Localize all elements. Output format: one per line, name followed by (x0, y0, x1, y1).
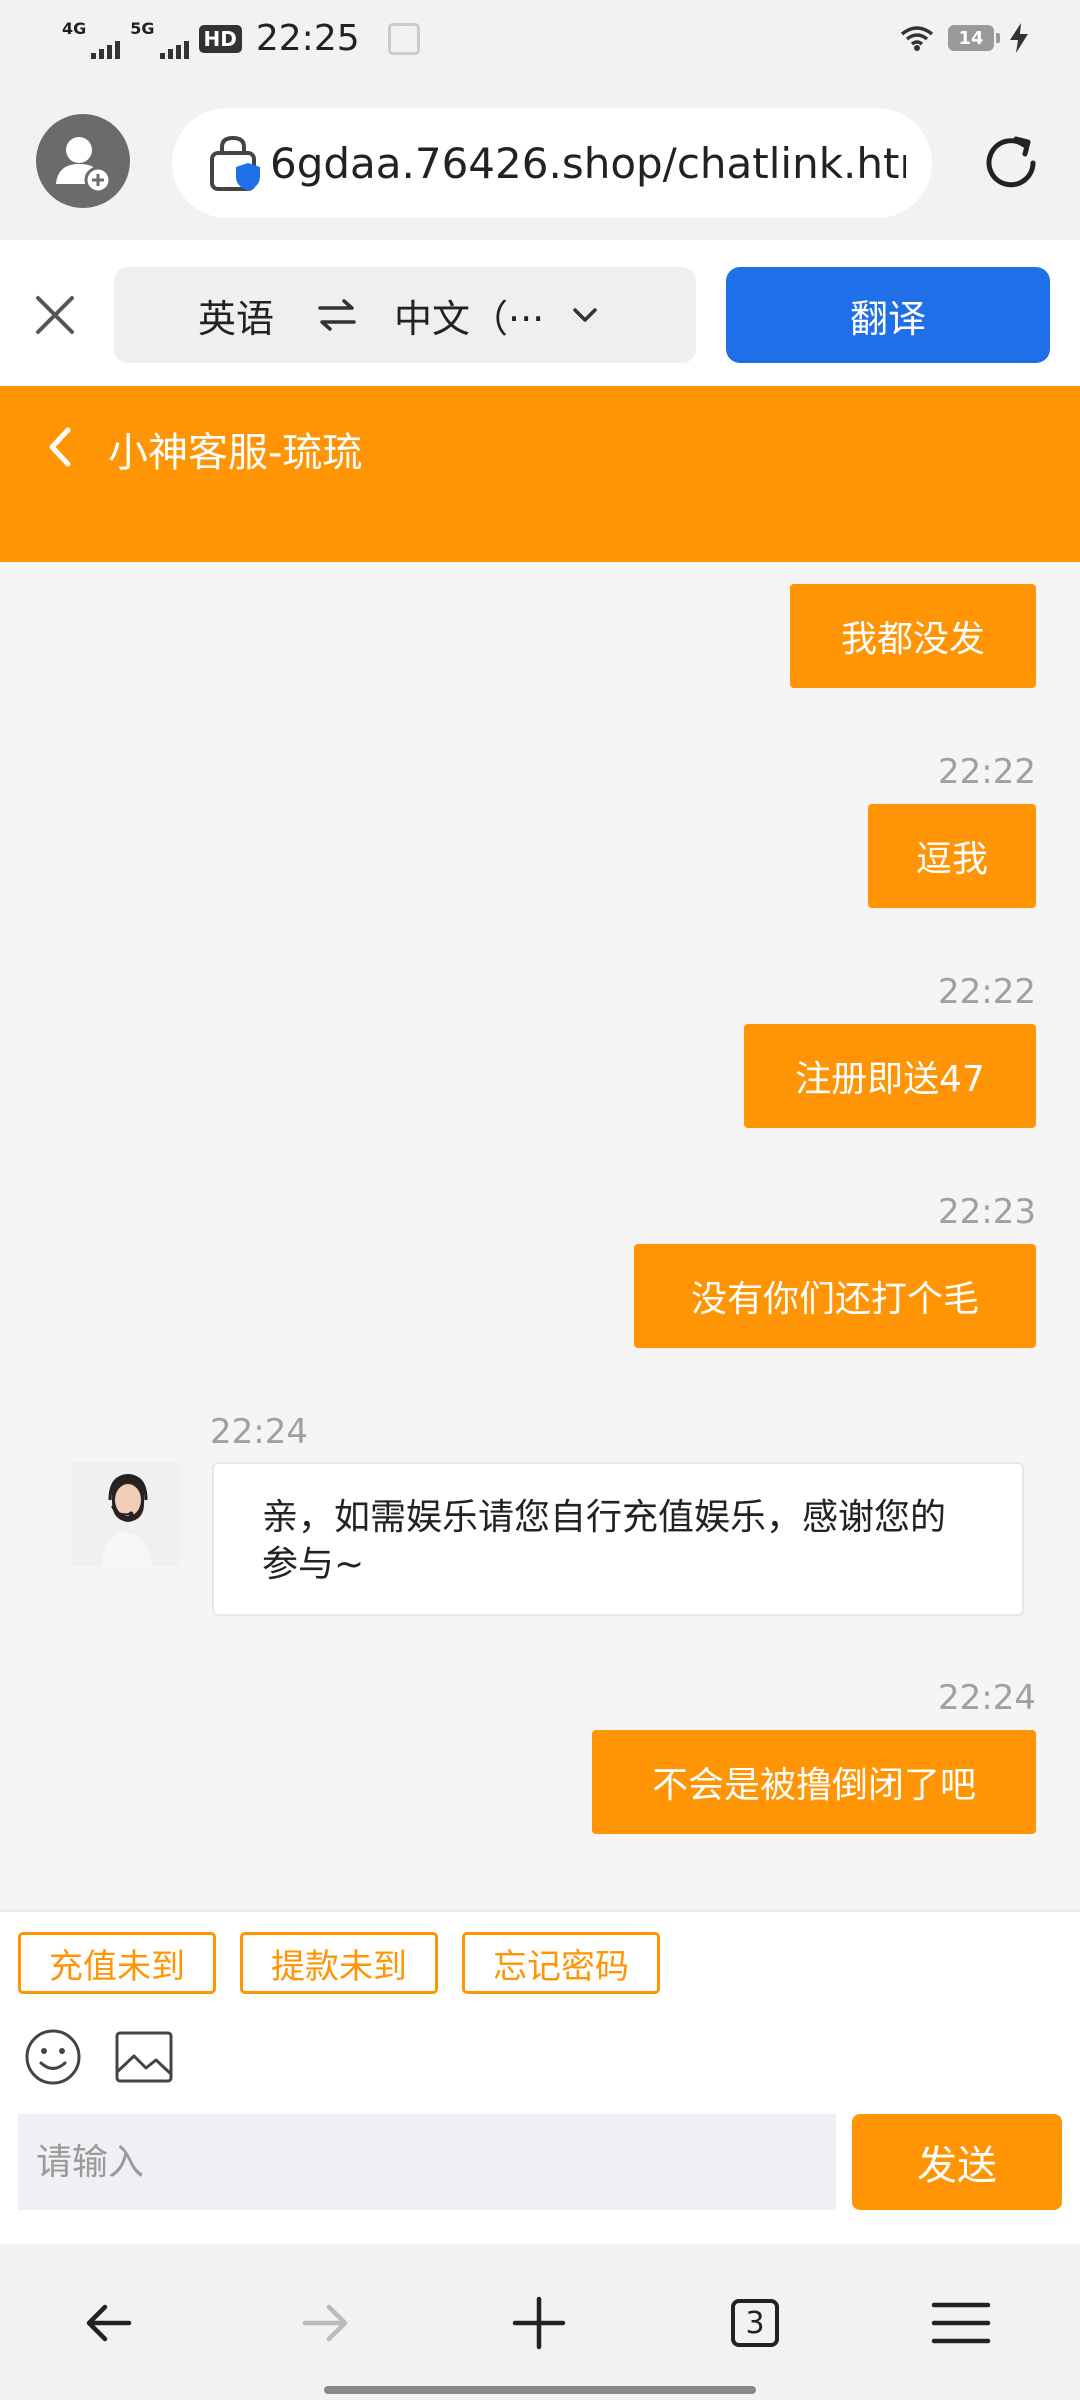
status-left: 4G 5G HD 22:25 (62, 18, 420, 59)
status-bar: 4G 5G HD 22:25 14 (0, 0, 1080, 80)
emoji-icon (25, 2029, 81, 2085)
battery-icon: 14 (948, 25, 1000, 51)
agent-avatar-image (72, 1462, 180, 1566)
image-button[interactable] (114, 2030, 174, 2084)
home-indicator[interactable] (324, 2386, 756, 2394)
notification-app-icon (387, 22, 420, 55)
send-button[interactable]: 发送 (852, 2114, 1062, 2210)
message-timestamp: 22:24 (210, 1412, 308, 1452)
message-list[interactable]: 我都没发 22:22 逗我 22:22 注册即送47 22:23 没有你们还打个… (0, 562, 1080, 1910)
swap-icon[interactable] (314, 292, 360, 338)
profile-button[interactable] (36, 114, 130, 208)
emoji-button[interactable] (24, 2028, 82, 2086)
agent-avatar[interactable] (72, 1462, 180, 1566)
message-bubble-outgoing[interactable]: 不会是被撸倒闭了吧 (592, 1730, 1036, 1834)
translate-button[interactable]: 翻译 (726, 267, 1050, 363)
arrow-left-icon (86, 2304, 132, 2342)
menu-icon (931, 2302, 991, 2344)
charging-icon (1010, 23, 1028, 53)
hd-voice-icon: HD (198, 24, 242, 53)
message-timestamp: 22:22 (938, 752, 1036, 792)
arrow-right-icon (302, 2304, 348, 2342)
message-bubble-outgoing[interactable]: 注册即送47 (744, 1024, 1036, 1128)
message-bubble-incoming[interactable]: 亲，如需娱乐请您自行充值娱乐，感谢您的参与~ (212, 1462, 1024, 1616)
chat-header: 小神客服-琉琉 (0, 386, 1080, 562)
nav-forward-button[interactable] (290, 2288, 360, 2358)
network-type-1: 4G (62, 18, 87, 38)
source-language[interactable]: 英语 (198, 288, 274, 343)
url-text: 6gdaa.76426.shop/chatlink.htm (270, 138, 906, 188)
message-timestamp: 22:22 (938, 972, 1036, 1012)
back-arrow-icon (49, 427, 71, 467)
browser-nav-bar: 3 (0, 2244, 1080, 2400)
chat-input-area: 充值未到 提款未到 忘记密码 发送 (0, 1910, 1080, 2246)
add-user-icon (56, 137, 112, 194)
image-icon (115, 2031, 173, 2083)
signal-4g: 4G (62, 18, 121, 59)
close-icon (36, 296, 74, 334)
tabs-count-icon: 3 (731, 2299, 779, 2347)
message-timestamp: 22:24 (938, 1678, 1036, 1718)
secure-lock-icon (210, 135, 260, 191)
quick-reply-withdrawal[interactable]: 提款未到 (240, 1932, 438, 1994)
chevron-down-icon (573, 308, 598, 322)
target-language[interactable]: 中文（··· (394, 288, 544, 343)
quick-reply-recharge[interactable]: 充值未到 (18, 1932, 216, 1994)
chat-title: 小神客服-琉琉 (108, 430, 363, 476)
menu-button[interactable] (926, 2288, 996, 2358)
reload-button[interactable] (976, 128, 1046, 198)
message-input[interactable] (18, 2114, 836, 2210)
message-timestamp: 22:23 (938, 1192, 1036, 1232)
signal-bars-icon (91, 39, 121, 59)
quick-reply-forgot-password[interactable]: 忘记密码 (462, 1932, 660, 1994)
address-bar[interactable]: 6gdaa.76426.shop/chatlink.htm (172, 108, 932, 218)
signal-bars-icon (159, 39, 189, 59)
translate-bar: 英语 中文（··· 翻译 (0, 240, 1080, 386)
status-right: 14 (900, 22, 1030, 54)
clock: 22:25 (255, 18, 360, 59)
close-translate-button[interactable] (30, 290, 80, 340)
message-bubble-outgoing[interactable]: 我都没发 (790, 584, 1036, 688)
message-bubble-outgoing[interactable]: 没有你们还打个毛 (634, 1244, 1036, 1348)
browser-toolbar: 6gdaa.76426.shop/chatlink.htm (0, 80, 1080, 240)
reload-icon (986, 136, 1036, 188)
nav-back-button[interactable] (74, 2288, 144, 2358)
signal-5g: 5G (130, 18, 189, 59)
language-selector[interactable]: 英语 中文（··· (114, 267, 696, 363)
back-button[interactable] (40, 422, 86, 472)
tabs-button[interactable]: 3 (720, 2288, 790, 2358)
plus-icon (512, 2296, 566, 2350)
new-tab-button[interactable] (504, 2288, 574, 2358)
message-bubble-outgoing[interactable]: 逗我 (868, 804, 1036, 908)
wifi-icon (900, 26, 934, 51)
network-type-2: 5G (130, 18, 155, 38)
